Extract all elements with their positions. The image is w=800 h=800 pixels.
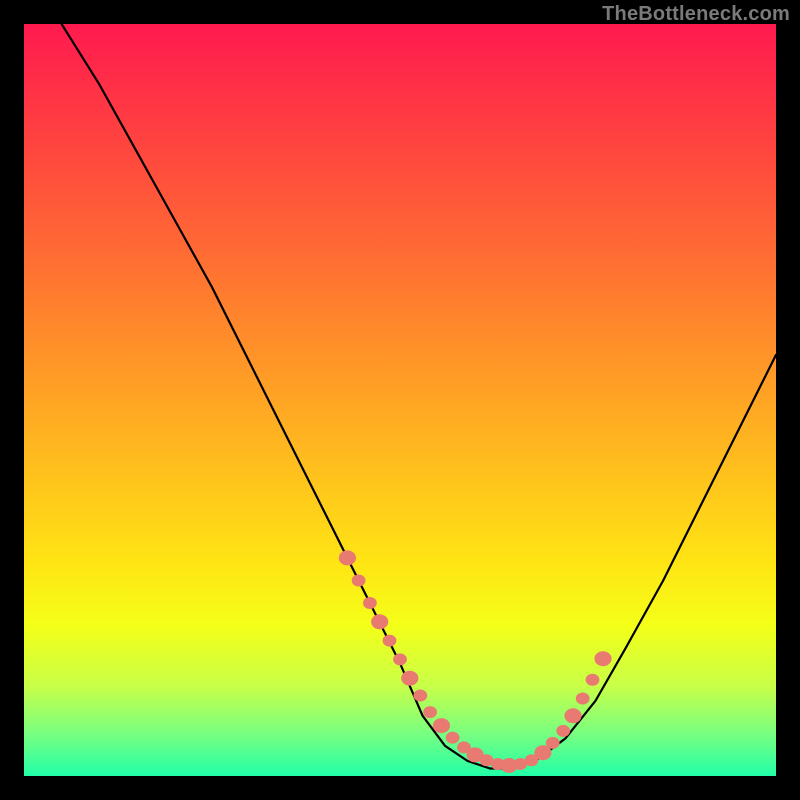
curve-marker (556, 725, 570, 737)
curve-marker (393, 653, 407, 665)
curve-marker (576, 693, 590, 705)
chart-plot-area (24, 24, 776, 776)
curve-marker (383, 635, 397, 647)
curve-marker (371, 614, 388, 629)
curve-marker (564, 708, 581, 723)
marker-layer (339, 550, 612, 773)
curve-marker (339, 550, 356, 565)
curve-marker (586, 674, 600, 686)
curve-marker (433, 718, 450, 733)
curve-marker (594, 651, 611, 666)
curve-marker (363, 597, 377, 609)
chart-frame: TheBottleneck.com (0, 0, 800, 800)
curve-marker (401, 671, 418, 686)
watermark-text: TheBottleneck.com (602, 3, 790, 26)
curve-marker (423, 706, 437, 718)
curve-marker (446, 732, 460, 744)
curve-marker (413, 690, 427, 702)
curve-marker (352, 575, 366, 587)
curve-marker (546, 737, 560, 749)
bottleneck-curve-svg (24, 24, 776, 776)
bottleneck-curve-line (62, 24, 776, 769)
